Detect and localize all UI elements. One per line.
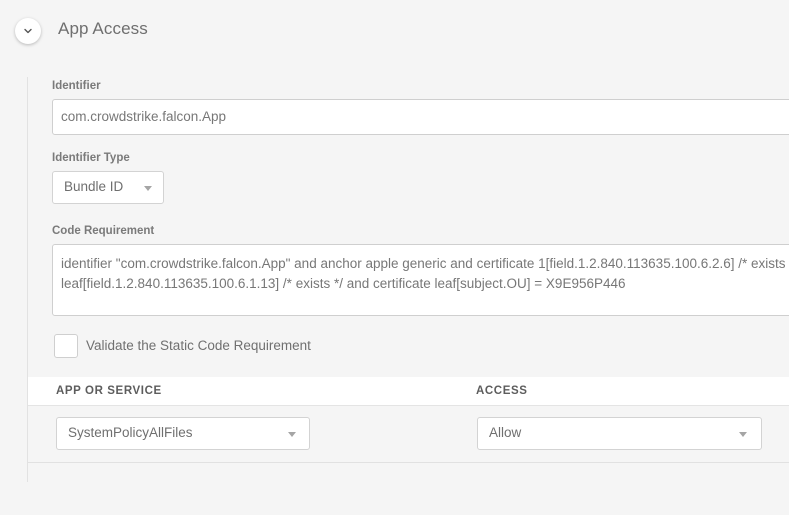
access-value: Allow — [489, 425, 522, 440]
identifier-type-select[interactable]: Bundle ID — [52, 171, 164, 204]
column-header-app-or-service: APP OR SERVICE — [56, 385, 162, 397]
section-title: App Access — [58, 19, 148, 38]
validate-checkbox-label: Validate the Static Code Requirement — [86, 338, 311, 353]
section-header: App Access — [0, 0, 789, 60]
app-or-service-select[interactable]: SystemPolicyAllFiles — [56, 417, 310, 450]
code-requirement-textarea[interactable]: identifier "com.crowdstrike.falcon.App" … — [52, 244, 789, 316]
caret-down-icon — [288, 431, 296, 437]
access-select[interactable]: Allow — [477, 417, 762, 450]
identifier-input[interactable]: com.crowdstrike.falcon.App — [52, 99, 789, 135]
table-row: SystemPolicyAllFiles Allow — [28, 406, 789, 463]
code-requirement-label: Code Requirement — [52, 225, 155, 237]
caret-down-icon — [739, 431, 747, 437]
identifier-type-value: Bundle ID — [64, 179, 124, 194]
validate-checkbox[interactable] — [54, 334, 78, 358]
app-access-page: App Access Identifier com.crowdstrike.fa… — [0, 0, 789, 515]
caret-down-icon — [144, 185, 152, 191]
identifier-type-label: Identifier Type — [52, 152, 130, 164]
identifier-label: Identifier — [52, 80, 101, 92]
table-header: APP OR SERVICE ACCESS — [28, 377, 789, 406]
column-header-access: ACCESS — [476, 385, 528, 397]
chevron-down-icon — [24, 28, 32, 34]
collapse-button[interactable] — [15, 18, 41, 44]
app-or-service-value: SystemPolicyAllFiles — [68, 425, 193, 440]
